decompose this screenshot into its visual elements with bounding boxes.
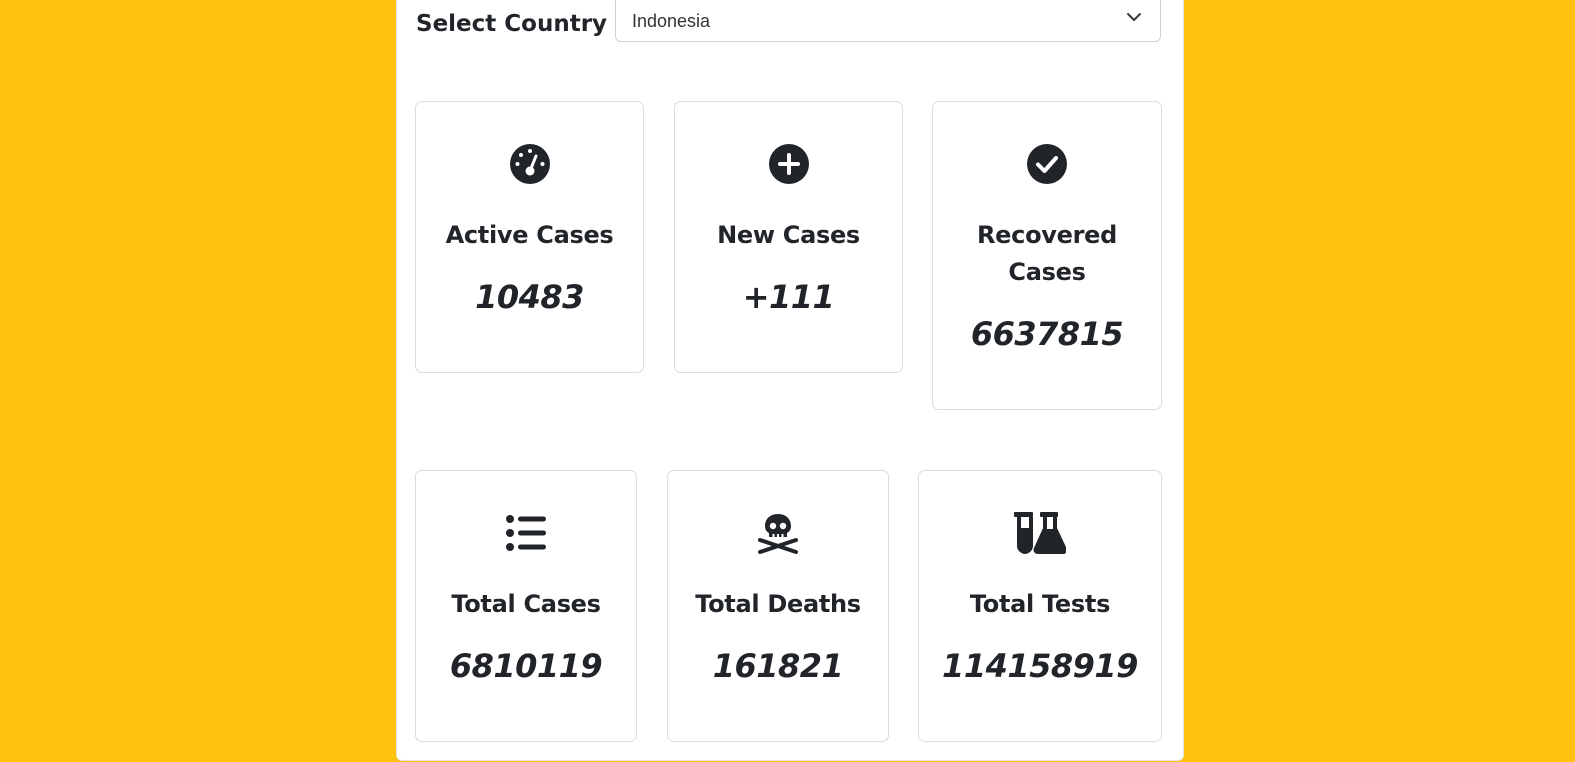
- total-cases-title: Total Cases: [451, 590, 601, 618]
- select-country-label: Select Country: [416, 11, 608, 37]
- country-select-row: Select Country Indonesia: [416, 0, 1162, 51]
- recovered-cases-title: Recovered Cases: [977, 221, 1117, 286]
- total-deaths-title: Total Deaths: [695, 590, 861, 618]
- main-panel: Select Country Indonesia Active Cases 10…: [396, 0, 1184, 761]
- skull-crossbones-icon: [757, 512, 799, 554]
- recovered-cases-value: 6637815: [970, 315, 1124, 353]
- stat-card-recovered-cases: Recovered Cases 6637815: [932, 101, 1162, 410]
- country-select[interactable]: Indonesia: [615, 0, 1161, 42]
- new-cases-value: +111: [742, 278, 835, 316]
- stat-card-total-cases: Total Cases 6810119: [415, 470, 637, 742]
- total-deaths-value: 161821: [712, 647, 844, 685]
- active-cases-value: 10483: [475, 278, 584, 316]
- active-cases-title: Active Cases: [445, 221, 614, 249]
- plus-circle-icon: [768, 143, 810, 185]
- chevron-down-icon: [1126, 9, 1142, 25]
- new-cases-title: New Cases: [717, 221, 860, 249]
- vials-flask-icon: [1014, 512, 1066, 554]
- total-cases-value: 6810119: [449, 647, 603, 685]
- check-circle-icon: [1026, 143, 1068, 185]
- stat-card-new-cases: New Cases +111: [674, 101, 903, 373]
- stat-card-total-tests: Total Tests 114158919: [918, 470, 1162, 742]
- country-select-value: Indonesia: [632, 11, 711, 31]
- stat-card-active-cases: Active Cases 10483: [415, 101, 644, 373]
- list-icon: [505, 512, 547, 554]
- tachometer-icon: [509, 143, 551, 185]
- total-tests-value: 114158919: [942, 647, 1138, 685]
- total-tests-title: Total Tests: [969, 590, 1111, 618]
- stat-card-total-deaths: Total Deaths 161821: [667, 470, 889, 742]
